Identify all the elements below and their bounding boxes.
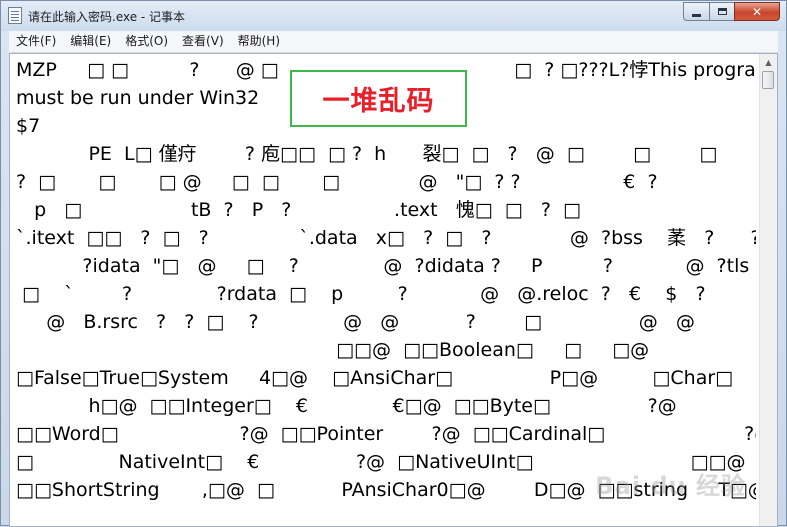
minimize-button[interactable]	[683, 2, 710, 21]
text-line: h□@ □□Integer□ € €□@ □□Byte□ ?@	[16, 395, 677, 417]
close-icon: ✕	[751, 4, 763, 19]
scroll-up-icon[interactable]: ▲	[761, 54, 776, 70]
text-line: □□@ □□Boolean□ □ □@	[16, 339, 650, 361]
text-line: PE L□ 僅疛 ? 庖□□ □ ? h 裂□ □ ? @ □ □ □	[16, 143, 718, 165]
close-button[interactable]: ✕	[734, 2, 780, 21]
menu-format[interactable]: 格式(O)	[118, 31, 175, 52]
annotation-label: 一堆乱码	[322, 86, 435, 117]
text-line: @ B.rsrc ? ? □ ? @ @ ? □ @ @	[16, 311, 695, 333]
notepad-window: 请在此输入密码.exe - 记事本 ✕ 文件(F) 编辑(E) 格式(O) 查看…	[0, 0, 787, 527]
caption-buttons: ✕	[683, 2, 780, 21]
menu-edit[interactable]: 编辑(E)	[63, 31, 118, 52]
menu-bar: 文件(F) 编辑(E) 格式(O) 查看(V) 帮助(H)	[9, 31, 778, 53]
text-line: □□Word□ ?@ □□Pointer ?@ □□Cardinal□ ?@	[16, 423, 756, 445]
minimize-icon	[692, 13, 701, 17]
text-line: □ ` ? ?rdata □ p ? @ @.reloc ? € $ ?	[16, 283, 706, 305]
menu-view[interactable]: 查看(V)	[175, 31, 231, 52]
menu-file[interactable]: 文件(F)	[9, 31, 63, 52]
text-line: ?idata "□ @ □ ? @ ?didata ? P ? @ ?tls	[16, 255, 750, 277]
watermark: Bai du 经验	[595, 472, 746, 500]
window-title: 请在此输入密码.exe - 记事本	[28, 10, 186, 24]
vertical-scrollbar[interactable]: ▲	[759, 54, 777, 526]
text-line: `.itext □□ ? □ ? `.data x□ ? □ ? @ ?bss …	[16, 227, 756, 249]
notepad-app-icon[interactable]	[8, 7, 22, 24]
text-line: ? □ □ □ @ □ □ □ @ "□ ? ? € ?	[16, 171, 658, 193]
maximize-button[interactable]	[709, 2, 735, 21]
text-line: p □ tB ? P ? .text 愧□ □ ? □	[16, 199, 581, 221]
title-bar[interactable]: 请在此输入密码.exe - 记事本 ✕	[1, 1, 786, 31]
scroll-thumb[interactable]	[762, 71, 774, 89]
text-line: □False□True□System 4□@ □AnsiChar□ P□@ □C…	[16, 367, 734, 389]
annotation-box: 一堆乱码	[290, 70, 467, 127]
menu-help[interactable]: 帮助(H)	[231, 31, 287, 52]
maximize-icon	[717, 8, 727, 15]
